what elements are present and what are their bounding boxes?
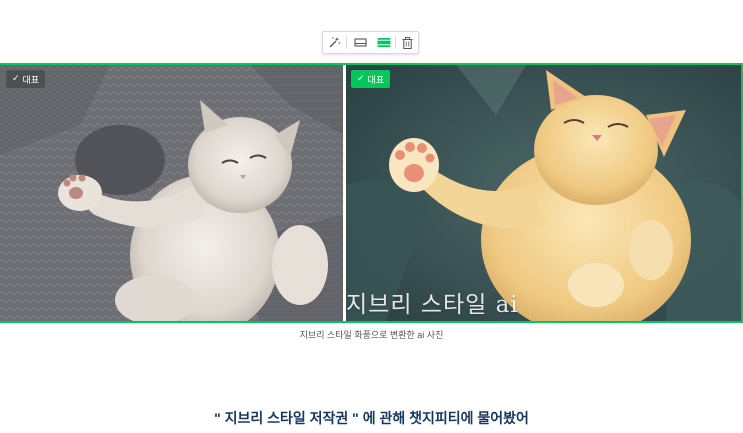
photo-real-kitten[interactable]: ✓ 대표 — [0, 65, 343, 321]
check-icon: ✓ — [357, 74, 365, 84]
magic-wand-button[interactable] — [323, 32, 346, 53]
representative-badge[interactable]: ✓ 대표 — [351, 70, 391, 88]
image-toolbar — [322, 31, 419, 54]
badge-label: 대표 — [22, 75, 40, 86]
magic-wand-icon — [329, 37, 341, 48]
layout-full-width-icon — [377, 38, 391, 47]
image-overlay-text: 지브리 스타일 ai — [346, 292, 519, 318]
delete-button[interactable] — [396, 32, 418, 53]
ghibli-kitten-image — [346, 65, 741, 321]
image-caption[interactable]: 지브리 스타일 화풍으로 변환한 ai 사진 — [0, 328, 743, 341]
section-heading[interactable]: " 지브리 스타일 저작권 " 에 관해 챗지피티에 물어봤어 — [0, 408, 743, 428]
representative-badge[interactable]: ✓ 대표 — [6, 70, 46, 88]
layout-original-icon — [353, 38, 367, 47]
check-icon: ✓ — [12, 74, 20, 84]
photo-gallery[interactable]: ✓ 대표 ✓ 대표 지브리 스타일 ai — [0, 63, 743, 323]
photo-ghibli-kitten[interactable]: ✓ 대표 지브리 스타일 ai — [346, 65, 741, 321]
badge-label: 대표 — [367, 75, 385, 86]
kitten-photo-image — [0, 65, 343, 321]
layout-original-button[interactable] — [347, 32, 373, 53]
layout-full-width-button[interactable] — [373, 32, 395, 53]
trash-icon — [402, 36, 412, 49]
